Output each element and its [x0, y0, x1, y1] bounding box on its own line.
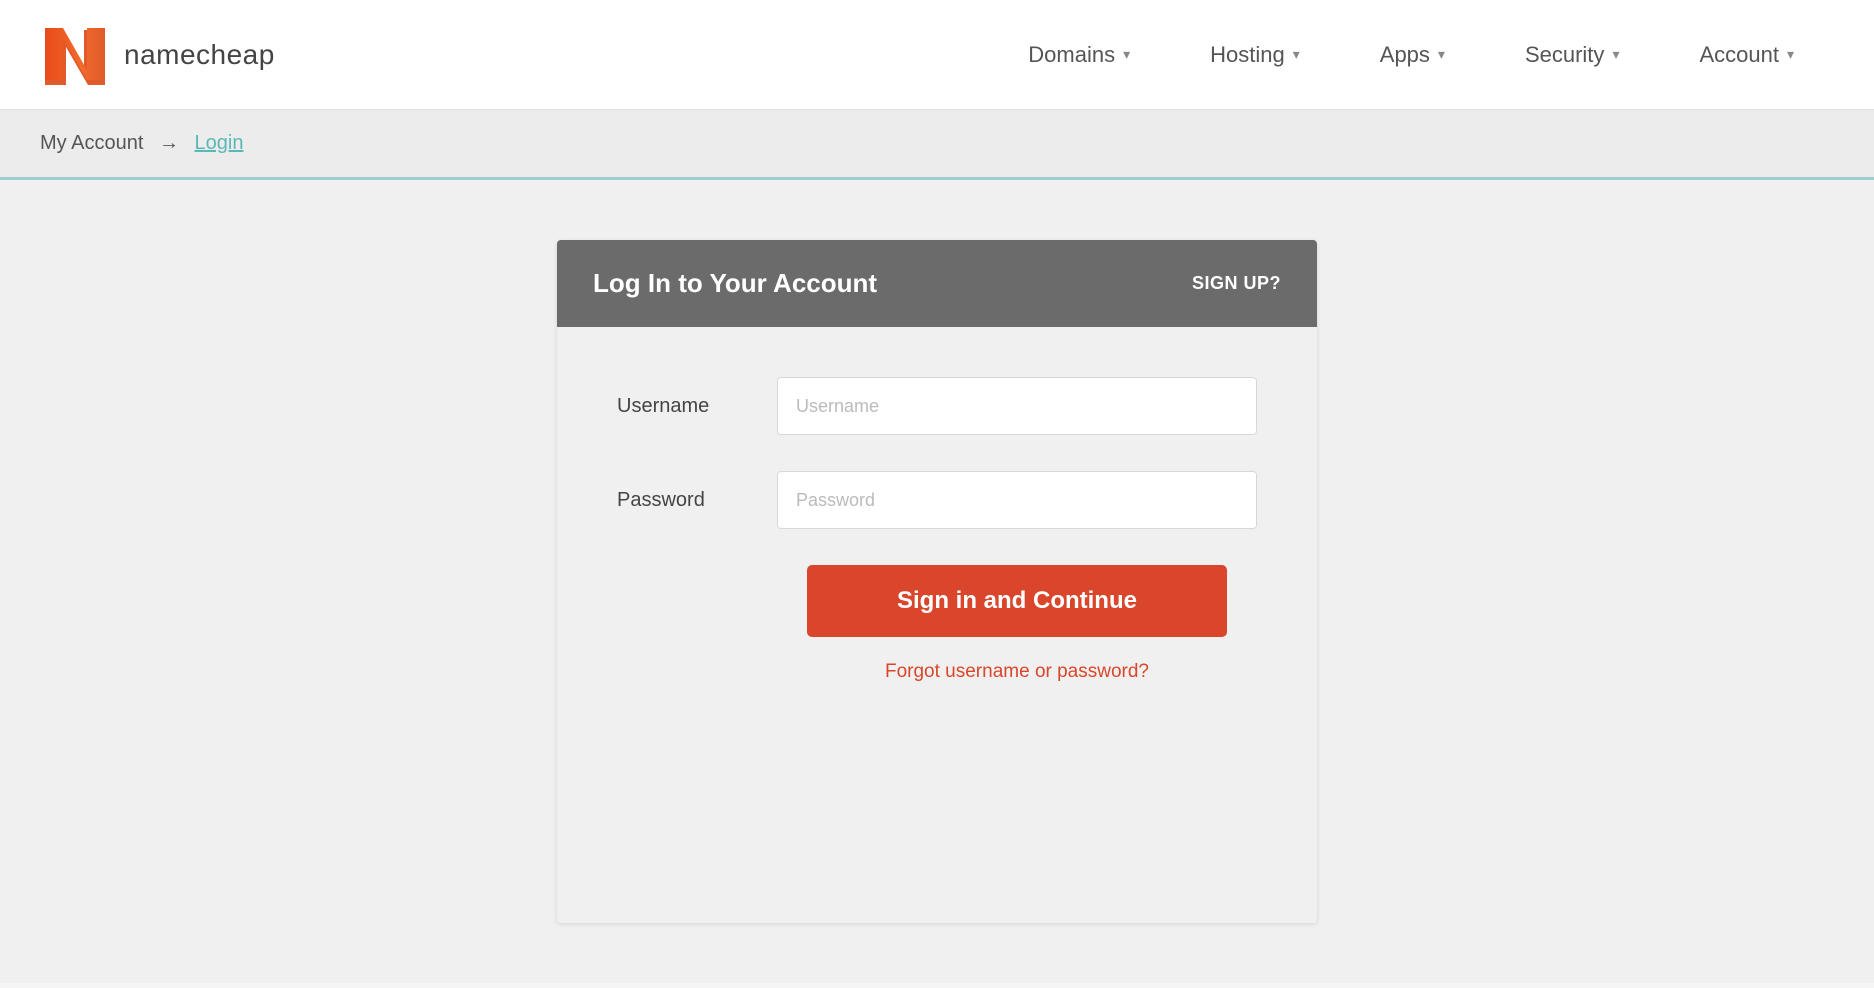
- signup-link[interactable]: SIGN UP?: [1192, 273, 1281, 294]
- login-title: Log In to Your Account: [593, 268, 877, 299]
- nav-label-security: Security: [1525, 42, 1604, 68]
- breadcrumb-separator: →: [159, 132, 179, 154]
- forgot-link[interactable]: Forgot username or password?: [885, 661, 1149, 683]
- password-label: Password: [617, 489, 777, 512]
- username-label: Username: [617, 395, 777, 418]
- nav-item-hosting[interactable]: Hosting ▾: [1170, 0, 1340, 110]
- password-row: Password: [617, 471, 1257, 529]
- main-content: Log In to Your Account SIGN UP? Username…: [0, 180, 1874, 983]
- main-nav: Domains ▾ Hosting ▾ Apps ▾ Security ▾ Ac…: [988, 0, 1834, 110]
- login-box: Log In to Your Account SIGN UP? Username…: [557, 240, 1317, 923]
- breadcrumb: My Account → Login: [40, 132, 243, 154]
- breadcrumb-bar: My Account → Login: [0, 110, 1874, 180]
- site-header: namecheap Domains ▾ Hosting ▾ Apps ▾ Sec…: [0, 0, 1874, 110]
- login-header: Log In to Your Account SIGN UP?: [557, 240, 1317, 327]
- logo-icon: [40, 20, 110, 90]
- signin-button[interactable]: Sign in and Continue: [807, 565, 1227, 637]
- nav-label-domains: Domains: [1028, 42, 1115, 68]
- chevron-down-icon: ▾: [1612, 46, 1619, 63]
- chevron-down-icon: ▾: [1438, 46, 1445, 63]
- logo-link[interactable]: namecheap: [40, 20, 275, 90]
- nav-item-apps[interactable]: Apps ▾: [1340, 0, 1485, 110]
- submit-row: Sign in and Continue Forgot username or …: [777, 565, 1257, 683]
- breadcrumb-parent: My Account: [40, 132, 143, 154]
- nav-label-account: Account: [1699, 42, 1779, 68]
- chevron-down-icon: ▾: [1123, 46, 1130, 63]
- password-input[interactable]: [777, 471, 1257, 529]
- nav-item-domains[interactable]: Domains ▾: [988, 0, 1170, 110]
- nav-item-security[interactable]: Security ▾: [1485, 0, 1660, 110]
- login-body: Username Password Sign in and Continue F…: [557, 327, 1317, 743]
- username-row: Username: [617, 377, 1257, 435]
- nav-label-hosting: Hosting: [1210, 42, 1285, 68]
- chevron-down-icon: ▾: [1787, 46, 1794, 63]
- nav-item-account[interactable]: Account ▾: [1659, 0, 1834, 110]
- username-input[interactable]: [777, 377, 1257, 435]
- logo-text: namecheap: [124, 39, 275, 71]
- chevron-down-icon: ▾: [1293, 46, 1300, 63]
- breadcrumb-current[interactable]: Login: [195, 132, 244, 154]
- nav-label-apps: Apps: [1380, 42, 1430, 68]
